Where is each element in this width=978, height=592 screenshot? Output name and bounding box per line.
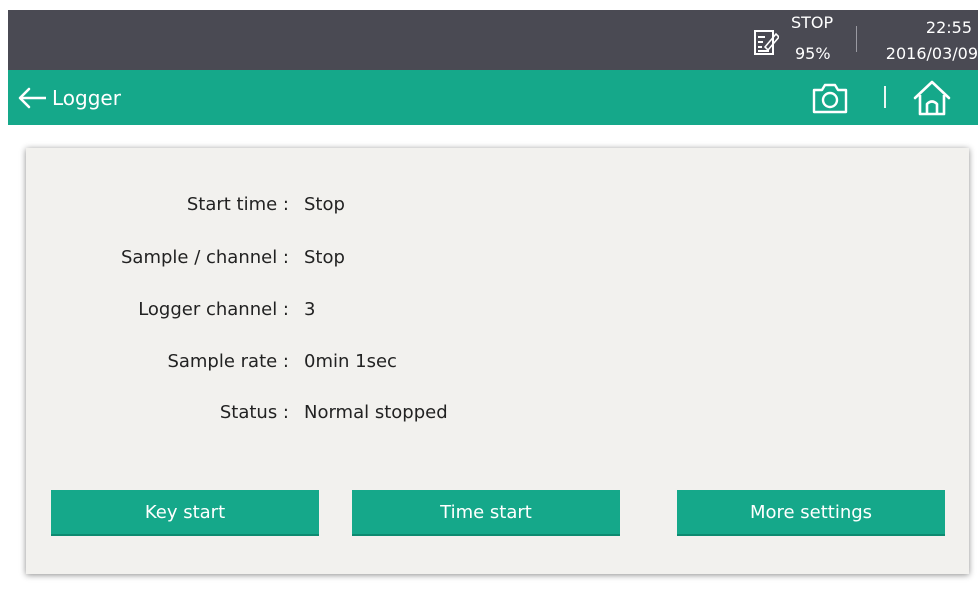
key-start-button[interactable]: Key start	[51, 490, 319, 536]
info-value: Normal stopped	[304, 402, 448, 423]
status-bar: STOP 95% 22:55 2016/03/09	[8, 10, 978, 70]
time-start-button[interactable]: Time start	[352, 490, 620, 536]
more-settings-button[interactable]: More settings	[677, 490, 945, 536]
info-label: Status :	[219, 402, 289, 423]
info-label: Start time :	[186, 194, 289, 215]
info-value: Stop	[304, 247, 345, 268]
logger-edit-icon	[754, 30, 779, 55]
info-value: 3	[304, 299, 316, 320]
title-bar: Logger	[8, 70, 978, 125]
camera-icon	[812, 83, 848, 114]
title-divider	[884, 86, 886, 108]
page-title: Logger	[52, 86, 121, 110]
arrow-left-icon	[18, 87, 46, 109]
status-divider	[856, 26, 857, 52]
logger-state: STOP	[791, 13, 834, 32]
home-button[interactable]	[910, 77, 954, 119]
clock-date: 2016/03/09	[885, 44, 978, 63]
info-value: Stop	[304, 194, 345, 215]
battery-level: 95%	[795, 44, 831, 63]
info-value: 0min 1sec	[304, 351, 397, 372]
camera-button[interactable]	[808, 78, 852, 118]
logger-info-card: Start time : Stop Sample / channel : Sto…	[26, 148, 969, 574]
info-label: Sample rate :	[167, 351, 289, 372]
info-label: Sample / channel :	[120, 247, 289, 268]
back-button[interactable]: Logger	[16, 80, 121, 116]
clock-time: 22:55	[925, 18, 972, 37]
home-icon	[913, 80, 951, 116]
info-label: Logger channel :	[138, 299, 289, 320]
